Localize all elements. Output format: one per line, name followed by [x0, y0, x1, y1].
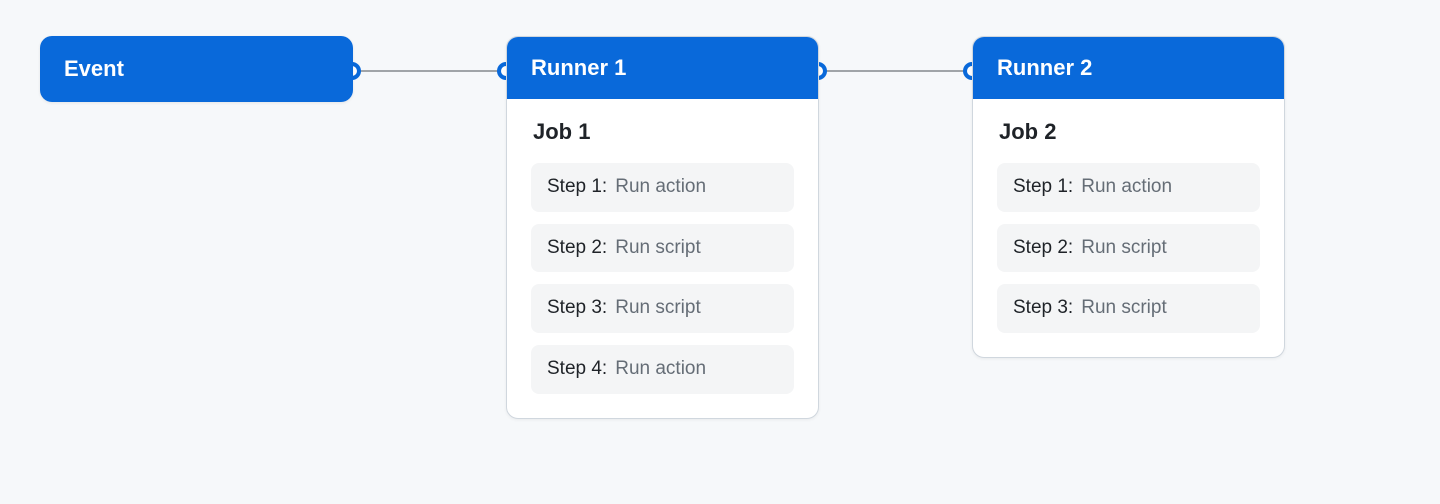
- step-row: Step 1: Run action: [531, 163, 794, 212]
- job-2-title: Job 2: [997, 119, 1260, 145]
- runner-1-header: Runner 1: [507, 37, 818, 99]
- connector-event-to-runner1: [350, 70, 505, 72]
- step-label: Step 1:: [547, 175, 607, 200]
- step-label: Step 3:: [1013, 296, 1073, 321]
- runner-1-header-label: Runner 1: [531, 55, 626, 80]
- event-card: Event: [40, 36, 353, 102]
- step-row: Step 4: Run action: [531, 345, 794, 394]
- step-action: Run script: [1081, 236, 1167, 261]
- step-row: Step 3: Run script: [997, 284, 1260, 333]
- step-action: Run script: [615, 236, 701, 261]
- step-label: Step 1:: [1013, 175, 1073, 200]
- event-label: Event: [64, 56, 124, 81]
- step-row: Step 2: Run script: [531, 224, 794, 273]
- step-action: Run script: [615, 296, 701, 321]
- runner-card-2: Runner 2 Job 2 Step 1: Run action Step 2…: [972, 36, 1285, 358]
- runner-card-1: Runner 1 Job 1 Step 1: Run action Step 2…: [506, 36, 819, 419]
- workflow-diagram: Event Runner 1 Job 1 Step 1: Run action …: [0, 0, 1440, 504]
- step-label: Step 4:: [547, 357, 607, 382]
- step-action: Run script: [1081, 296, 1167, 321]
- step-row: Step 3: Run script: [531, 284, 794, 333]
- step-action: Run action: [1081, 175, 1172, 200]
- runner-2-header-label: Runner 2: [997, 55, 1092, 80]
- job-1-title: Job 1: [531, 119, 794, 145]
- step-label: Step 3:: [547, 296, 607, 321]
- step-action: Run action: [615, 175, 706, 200]
- step-row: Step 1: Run action: [997, 163, 1260, 212]
- step-label: Step 2:: [1013, 236, 1073, 261]
- step-label: Step 2:: [547, 236, 607, 261]
- runner-1-body: Job 1 Step 1: Run action Step 2: Run scr…: [507, 99, 818, 418]
- step-row: Step 2: Run script: [997, 224, 1260, 273]
- step-action: Run action: [615, 357, 706, 382]
- runner-2-header: Runner 2: [973, 37, 1284, 99]
- connector-runner1-to-runner2: [816, 70, 972, 72]
- runner-2-body: Job 2 Step 1: Run action Step 2: Run scr…: [973, 99, 1284, 357]
